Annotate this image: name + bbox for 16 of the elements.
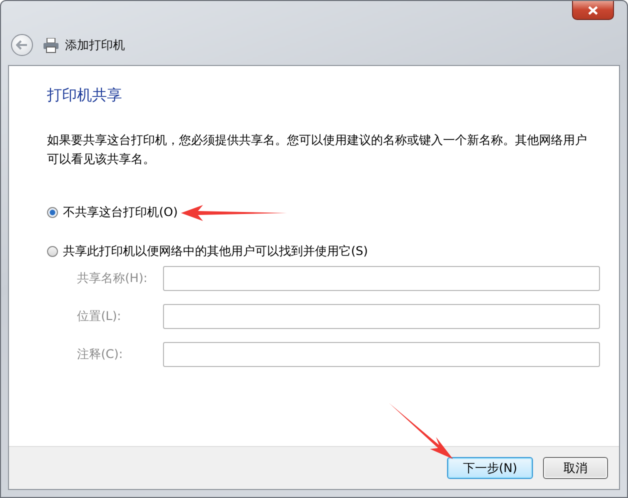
- description-text: 如果要共享这台打印机，您必须提供共享名。您可以使用建议的名称或键入一个新名称。其他网络用户可以看见该共享名。: [47, 132, 588, 168]
- field-label: 位置(L):: [77, 308, 122, 325]
- close-button[interactable]: [572, 1, 614, 20]
- window-title: 添加打印机: [65, 36, 125, 54]
- field-label: 共享名称(H):: [77, 270, 148, 287]
- next-button[interactable]: 下一步(N): [447, 457, 533, 479]
- back-button[interactable]: [11, 34, 33, 56]
- cancel-button[interactable]: 取消: [543, 457, 608, 479]
- close-icon: [588, 6, 598, 14]
- back-arrow-icon: [16, 40, 28, 50]
- radio-option[interactable]: 共享此打印机以便网络中的其他用户可以找到并使用它(S): [47, 243, 619, 260]
- radio-option[interactable]: 不共享这台打印机(O): [47, 204, 619, 221]
- annotation-arrow: [389, 403, 455, 461]
- field-label: 注释(C):: [77, 346, 124, 363]
- printer-icon: [43, 38, 59, 52]
- page-heading: 打印机共享: [47, 86, 123, 105]
